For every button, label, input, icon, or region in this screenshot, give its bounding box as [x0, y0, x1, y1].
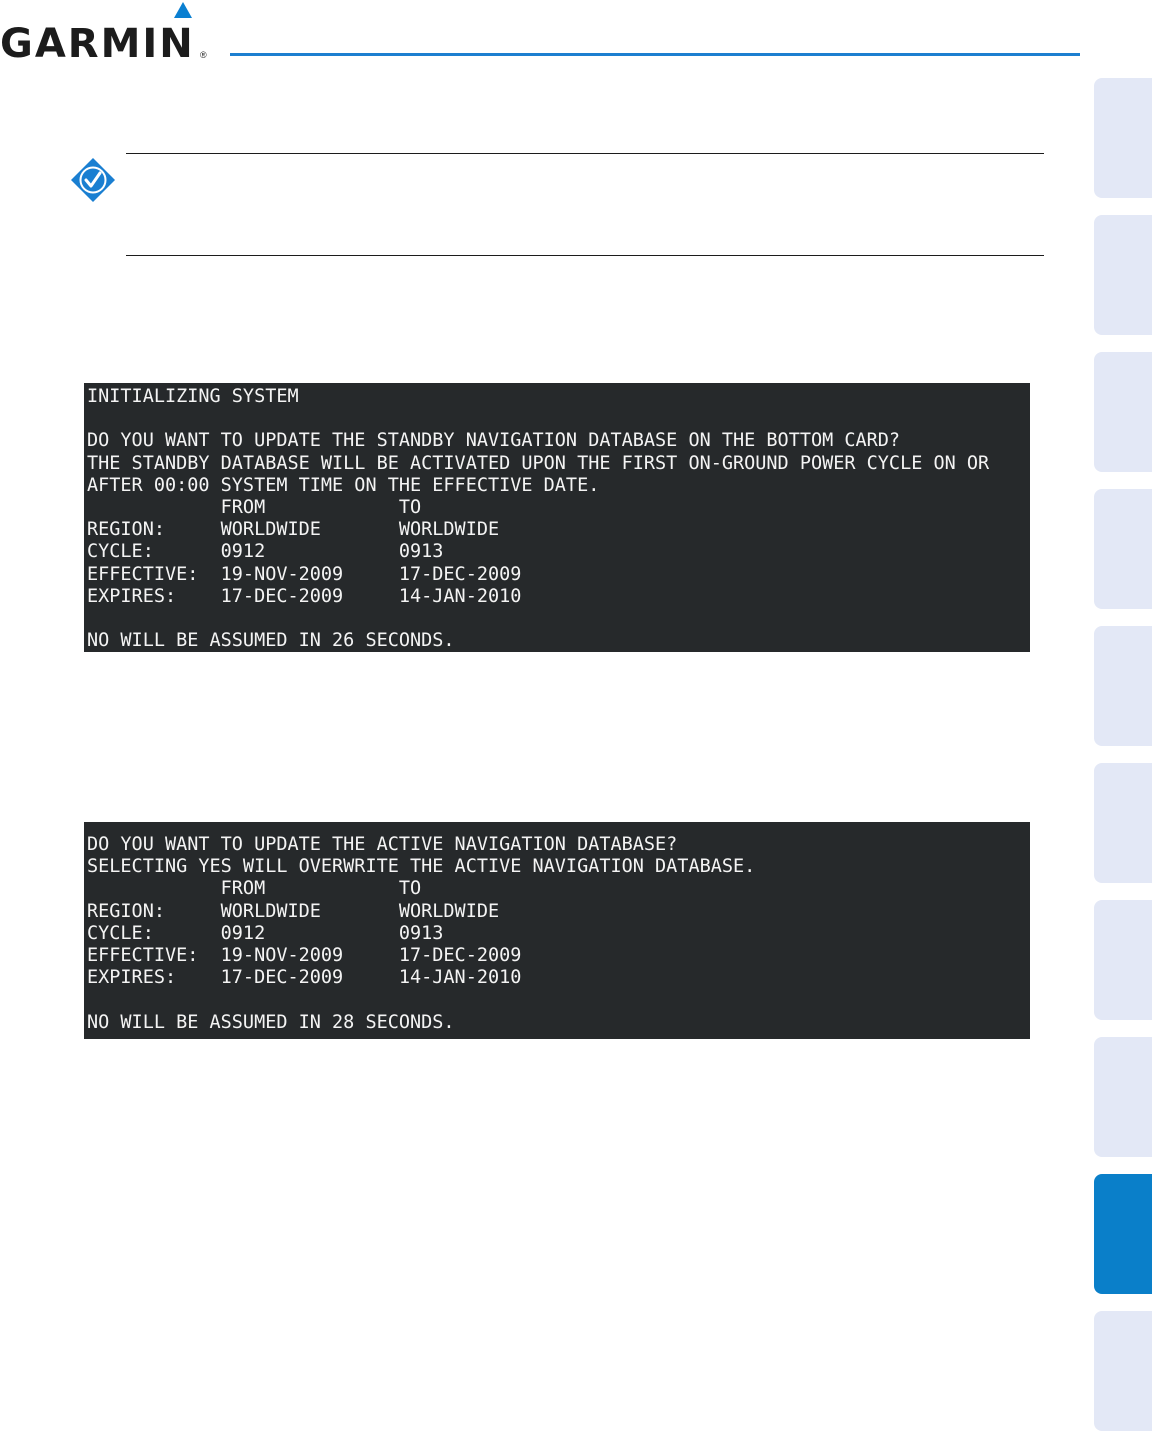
side-tab-10[interactable]	[1094, 1311, 1152, 1431]
registered-mark: ®	[200, 50, 207, 60]
side-tab-9[interactable]	[1094, 1174, 1152, 1294]
side-tab-2[interactable]	[1094, 215, 1152, 335]
screen-line: EFFECTIVE: 19-NOV-2009 17-DEC-2009	[87, 944, 522, 966]
screen-line: EXPIRES: 17-DEC-2009 14-JAN-2010	[87, 967, 522, 989]
note-top-rule	[126, 153, 1044, 154]
screen-line: NO WILL BE ASSUMED IN 26 SECONDS.	[87, 630, 455, 652]
standby-database-update-screen: INITIALIZING SYSTEM DO YOU WANT TO UPDAT…	[84, 383, 1030, 652]
side-tab-1[interactable]	[1094, 78, 1152, 198]
side-tab-4[interactable]	[1094, 489, 1152, 609]
screen-line: CYCLE: 0912 0913	[87, 922, 444, 944]
screen-line: EXPIRES: 17-DEC-2009 14-JAN-2010	[87, 585, 522, 607]
side-tab-7[interactable]	[1094, 900, 1152, 1020]
screen-line: FROM TO	[87, 496, 422, 518]
screen-line: CYCLE: 0912 0913	[87, 541, 444, 563]
side-tab-6[interactable]	[1094, 763, 1152, 883]
screen-line: SELECTING YES WILL OVERWRITE THE ACTIVE …	[87, 856, 756, 878]
screen-line: DO YOU WANT TO UPDATE THE ACTIVE NAVIGAT…	[87, 834, 678, 855]
screen-line: REGION: WORLDWIDE WORLDWIDE	[87, 519, 500, 541]
note-bottom-rule	[126, 255, 1044, 256]
screen-line: REGION: WORLDWIDE WORLDWIDE	[87, 900, 500, 922]
brand-name: GARMIN	[0, 21, 195, 67]
screen-line: THE STANDBY DATABASE WILL BE ACTIVATED U…	[87, 452, 990, 474]
side-tab-3[interactable]	[1094, 352, 1152, 472]
side-tab-8[interactable]	[1094, 1037, 1152, 1157]
screen-line	[87, 989, 1030, 1011]
screen-line: EFFECTIVE: 19-NOV-2009 17-DEC-2009	[87, 563, 522, 585]
screen-line: NO WILL BE ASSUMED IN 28 SECONDS.	[87, 1011, 455, 1033]
screen-line: DO YOU WANT TO UPDATE THE STANDBY NAVIGA…	[87, 430, 901, 452]
active-database-update-screen: DO YOU WANT TO UPDATE THE ACTIVE NAVIGAT…	[84, 822, 1030, 1039]
side-tab-5[interactable]	[1094, 626, 1152, 746]
logo-triangle-icon	[174, 2, 192, 18]
header-rule	[230, 53, 1080, 56]
screen-line	[87, 408, 1030, 430]
checkmark-note-icon	[71, 158, 115, 202]
screen-line: AFTER 00:00 SYSTEM TIME ON THE EFFECTIVE…	[87, 474, 600, 496]
screen-line: INITIALIZING SYSTEM	[87, 386, 299, 407]
screen-line	[87, 608, 1030, 630]
screen-line: FROM TO	[87, 878, 422, 900]
